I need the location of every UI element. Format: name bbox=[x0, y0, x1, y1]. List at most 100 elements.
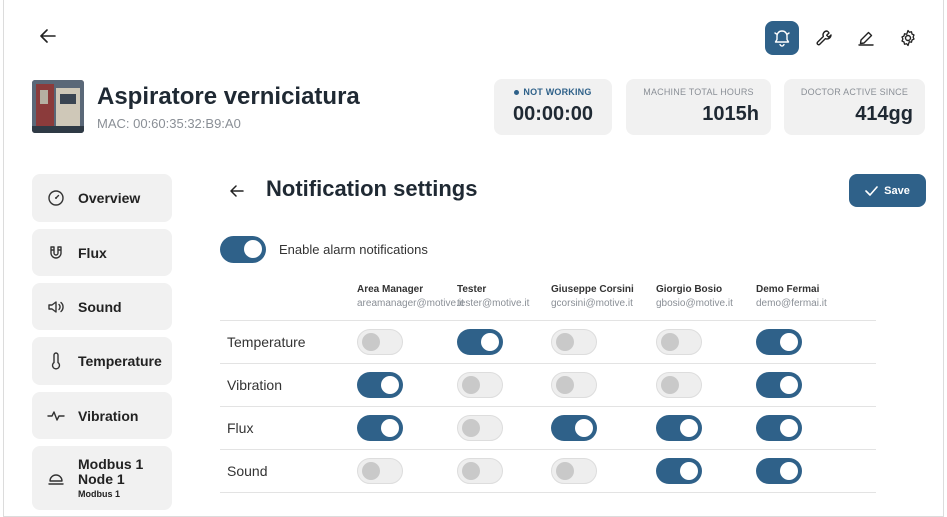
user-column-header: Giorgio Bosio gbosio@motive.it bbox=[656, 284, 756, 320]
toggle-knob bbox=[780, 419, 798, 437]
row-label: Vibration bbox=[227, 377, 283, 393]
toggle-knob bbox=[661, 376, 679, 394]
machine-icon bbox=[46, 468, 66, 488]
sidebar-item-sound[interactable]: Sound bbox=[32, 283, 172, 330]
notification-toggle[interactable] bbox=[551, 415, 597, 441]
notification-toggle[interactable] bbox=[457, 329, 503, 355]
sidebar-item-modbus[interactable]: Modbus 1 Node 1 Modbus 1 bbox=[32, 446, 172, 510]
sidebar-item-overview[interactable]: Overview bbox=[32, 174, 172, 222]
bell-icon[interactable] bbox=[765, 21, 799, 55]
toggle-knob bbox=[381, 419, 399, 437]
speaker-icon bbox=[46, 297, 66, 317]
toggle-knob bbox=[680, 419, 698, 437]
notification-row-temperature: Temperature bbox=[220, 321, 876, 364]
back-arrow-icon[interactable] bbox=[226, 180, 248, 202]
doctor-active-label: DOCTOR ACTIVE SINCE bbox=[800, 87, 909, 97]
toggle-knob bbox=[462, 376, 480, 394]
user-header-row: Area Manager areamanager@motive.it Teste… bbox=[220, 284, 876, 321]
machine-thumbnail bbox=[32, 80, 84, 133]
notification-toggle[interactable] bbox=[656, 372, 702, 398]
toggle-knob bbox=[462, 462, 480, 480]
status-label: NOT WORKING bbox=[506, 87, 600, 97]
toggle-knob bbox=[362, 333, 380, 351]
sidebar-item-temperature[interactable]: Temperature bbox=[32, 337, 172, 385]
machine-mac-address: MAC: 00:60:35:32:B9:A0 bbox=[97, 116, 241, 131]
notification-toggle[interactable] bbox=[551, 372, 597, 398]
user-name: Tester bbox=[457, 284, 487, 295]
gauge-icon bbox=[46, 188, 66, 208]
sidebar-item-label: Overview bbox=[78, 190, 141, 206]
toggle-knob bbox=[780, 462, 798, 480]
sidebar-item-label: Flux bbox=[78, 244, 107, 261]
sidebar-item-label: Sound bbox=[78, 298, 122, 315]
status-timer: 00:00:00 bbox=[512, 103, 594, 125]
row-label: Sound bbox=[227, 463, 268, 479]
sidebar-item-label: Vibration bbox=[78, 407, 139, 424]
notification-toggle[interactable] bbox=[756, 372, 802, 398]
enable-alarm-toggle[interactable] bbox=[220, 236, 266, 263]
notification-toggle[interactable] bbox=[756, 458, 802, 484]
total-hours-label: MACHINE TOTAL HOURS bbox=[643, 87, 754, 97]
doctor-active-value: 414gg bbox=[855, 103, 913, 125]
notification-toggle[interactable] bbox=[656, 415, 702, 441]
toggle-knob bbox=[680, 462, 698, 480]
user-column-header: Area Manager areamanager@motive.it bbox=[357, 284, 464, 320]
notification-toggle[interactable] bbox=[457, 415, 503, 441]
status-card: NOT WORKING 00:00:00 bbox=[494, 79, 612, 135]
user-email: tester@motive.it bbox=[457, 298, 530, 309]
user-column-header: Demo Fermai demo@fermai.it bbox=[756, 284, 856, 320]
notification-toggle[interactable] bbox=[357, 458, 403, 484]
page-title: Notification settings bbox=[266, 176, 478, 201]
toggle-knob bbox=[575, 419, 593, 437]
row-label: Flux bbox=[227, 420, 254, 436]
notification-toggle[interactable] bbox=[656, 329, 702, 355]
wrench-icon[interactable] bbox=[807, 21, 841, 55]
user-email: gbosio@motive.it bbox=[656, 298, 733, 309]
toggle-knob bbox=[556, 376, 574, 394]
user-email: demo@fermai.it bbox=[756, 298, 827, 309]
notification-toggle[interactable] bbox=[457, 458, 503, 484]
toggle-knob bbox=[780, 333, 798, 351]
notification-toggle[interactable] bbox=[551, 458, 597, 484]
edit-icon[interactable] bbox=[849, 21, 883, 55]
user-column-header: Giuseppe Corsini gcorsini@motive.it bbox=[551, 284, 656, 320]
pulse-icon bbox=[46, 406, 66, 426]
notification-toggle[interactable] bbox=[357, 415, 403, 441]
doctor-active-card: DOCTOR ACTIVE SINCE 414gg bbox=[784, 79, 925, 135]
top-actions bbox=[765, 21, 925, 55]
notification-matrix: Area Manager areamanager@motive.it Teste… bbox=[220, 284, 876, 493]
notification-toggle[interactable] bbox=[457, 372, 503, 398]
user-email: gcorsini@motive.it bbox=[551, 298, 633, 309]
notification-toggle[interactable] bbox=[357, 372, 403, 398]
toggle-knob bbox=[481, 333, 499, 351]
notification-toggle[interactable] bbox=[756, 415, 802, 441]
sidebar-item-flux[interactable]: Flux bbox=[32, 229, 172, 276]
notification-toggle[interactable] bbox=[551, 329, 597, 355]
notification-toggle[interactable] bbox=[357, 329, 403, 355]
machine-title: Aspiratore verniciatura bbox=[97, 83, 360, 110]
user-name: Giuseppe Corsini bbox=[551, 284, 634, 295]
save-button[interactable]: Save bbox=[849, 174, 926, 207]
user-name: Area Manager bbox=[357, 284, 424, 295]
toggle-knob bbox=[381, 376, 399, 394]
thermometer-icon bbox=[46, 351, 66, 371]
status-dot-icon bbox=[514, 90, 520, 96]
toggle-knob bbox=[661, 333, 679, 351]
toggle-knob bbox=[556, 333, 574, 351]
notification-row-vibration: Vibration bbox=[220, 364, 876, 407]
sidebar-item-text: Modbus 1 Node 1 Modbus 1 bbox=[78, 457, 160, 500]
magnet-icon bbox=[46, 243, 66, 263]
user-email: areamanager@motive.it bbox=[357, 298, 464, 309]
sidebar-item-vibration[interactable]: Vibration bbox=[32, 392, 172, 439]
sidebar-item-sublabel: Modbus 1 bbox=[78, 489, 120, 499]
notification-toggle[interactable] bbox=[756, 329, 802, 355]
toggle-knob bbox=[362, 462, 380, 480]
back-arrow-icon[interactable] bbox=[36, 24, 60, 48]
total-hours-value: 1015h bbox=[702, 103, 759, 125]
toggle-knob bbox=[462, 419, 480, 437]
enable-alarm-label: Enable alarm notifications bbox=[279, 242, 428, 257]
check-icon bbox=[865, 185, 878, 196]
notification-toggle[interactable] bbox=[656, 458, 702, 484]
gear-icon[interactable] bbox=[891, 21, 925, 55]
row-label: Temperature bbox=[227, 334, 306, 350]
